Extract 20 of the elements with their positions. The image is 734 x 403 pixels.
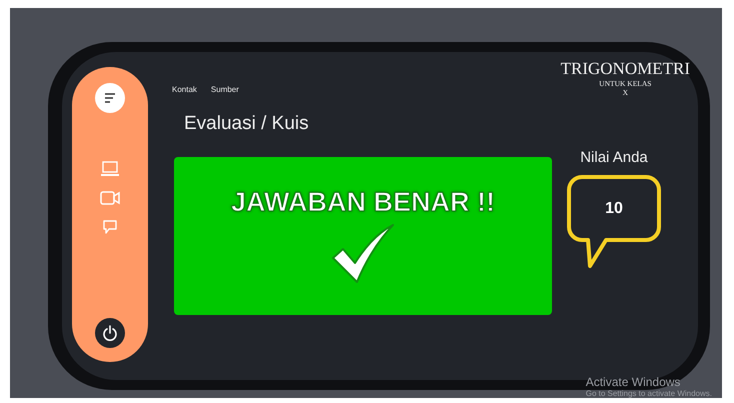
score-value: 10 — [604, 200, 624, 218]
nav-link[interactable]: Sumber — [210, 85, 239, 94]
chat-icon — [102, 219, 118, 235]
chat-button[interactable] — [102, 219, 118, 235]
laptop-button[interactable] — [100, 161, 120, 177]
nav-link[interactable]: Kontak — [172, 85, 197, 94]
power-button[interactable] — [95, 318, 125, 348]
checkmark-icon — [331, 224, 395, 286]
video-camera-icon — [100, 191, 120, 205]
watermark-hint: Go to Settings to activate Windows. — [586, 389, 712, 398]
menu-button[interactable] — [95, 83, 125, 113]
app-title: TRIGONOMETRI — [560, 59, 690, 79]
video-camera-button[interactable] — [100, 191, 120, 205]
watermark-title: Activate Windows — [586, 375, 682, 389]
result-message: JAWABAN BENAR !! — [230, 187, 495, 218]
laptop-icon — [100, 161, 120, 177]
power-icon — [102, 325, 118, 341]
page-heading: Evaluasi / Kuis — [184, 113, 310, 135]
score-label: Nilai Anda — [580, 149, 648, 166]
menu-icon — [104, 93, 116, 103]
